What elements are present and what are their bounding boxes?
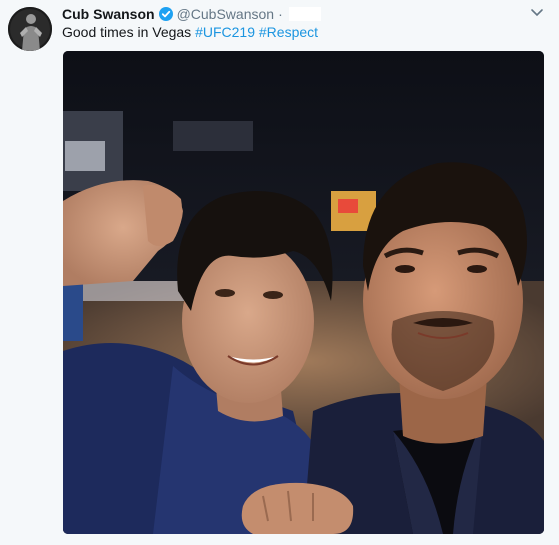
tweet-header: Cub Swanson @CubSwanson ·: [62, 5, 321, 23]
tweet-text-body: Good times in Vegas: [62, 24, 192, 40]
tweet-photo[interactable]: [63, 51, 544, 534]
verified-badge-icon: [158, 7, 173, 21]
avatar[interactable]: [8, 7, 52, 51]
display-name[interactable]: Cub Swanson: [62, 6, 155, 22]
user-handle[interactable]: @CubSwanson: [177, 6, 275, 22]
hashtag-respect[interactable]: #Respect: [259, 24, 318, 40]
separator-dot: ·: [278, 6, 283, 22]
selfie-photo: [63, 51, 544, 534]
timestamp-redacted: [288, 7, 321, 21]
tweet-text: Good times in Vegas #UFC219 #Respect: [62, 24, 318, 40]
avatar-image: [8, 7, 52, 51]
chevron-down-icon[interactable]: [529, 6, 545, 20]
hashtag-ufc219[interactable]: #UFC219: [195, 24, 255, 40]
tweet-card[interactable]: Cub Swanson @CubSwanson · Good times in …: [0, 0, 559, 545]
